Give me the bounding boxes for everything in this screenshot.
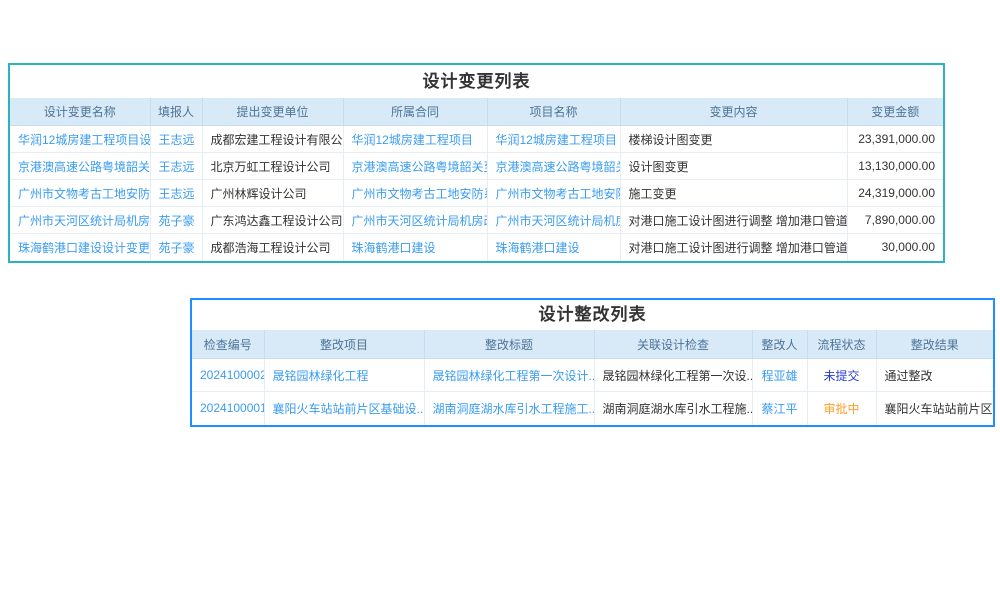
contract-link[interactable]: 广州市天河区统计局机房改... — [343, 207, 487, 234]
propose-unit-cell: 广州林辉设计公司 — [202, 180, 343, 207]
project-link[interactable]: 广州市文物考古工地安防系... — [487, 180, 620, 207]
reporter-link[interactable]: 苑子豪 — [150, 207, 202, 234]
col-header-change-amount: 变更金额 — [847, 98, 943, 126]
col-header-rectify-project: 整改项目 — [264, 330, 424, 359]
related-check-cell: 湖南洞庭湖水库引水工程施... — [594, 392, 752, 425]
col-header-rectify-person: 整改人 — [752, 330, 807, 359]
change-content-cell: 施工变更 — [620, 180, 847, 207]
col-header-reporter: 填报人 — [150, 98, 202, 126]
col-header-change-content: 变更内容 — [620, 98, 847, 126]
rectify-project-link[interactable]: 晟铭园林绿化工程 — [264, 359, 424, 392]
table-row: 2024100002 晟铭园林绿化工程 晟铭园林绿化工程第一次设计... 晟铭园… — [192, 359, 993, 392]
project-link[interactable]: 广州市天河区统计局机房改... — [487, 207, 620, 234]
rectify-project-link[interactable]: 襄阳火车站站前片区基础设... — [264, 392, 424, 425]
rectify-result-cell: 襄阳火车站站前片区... — [876, 392, 993, 425]
change-amount-cell: 30,000.00 — [847, 234, 943, 261]
change-name-link[interactable]: 珠海鹤港口建设设计变更 — [10, 234, 150, 261]
design-change-list-panel: 设计变更列表 设计变更名称 填报人 提出变更单位 所属合同 项目名称 变更内容 … — [8, 63, 945, 263]
rectify-title-link[interactable]: 湖南洞庭湖水库引水工程施工... — [424, 392, 594, 425]
status-badge: 审批中 — [807, 392, 876, 425]
design-rectify-table: 检查编号 整改项目 整改标题 关联设计检查 整改人 流程状态 整改结果 2024… — [192, 330, 993, 425]
rectify-person-link[interactable]: 蔡江平 — [752, 392, 807, 425]
check-no-link[interactable]: 2024100001 — [192, 392, 264, 425]
table-row: 京港澳高速公路粤境韶关至... 王志远 北京万虹工程设计公司 京港澳高速公路粤境… — [10, 153, 943, 180]
design-change-list-title: 设计变更列表 — [10, 65, 943, 98]
reporter-link[interactable]: 王志远 — [150, 126, 202, 153]
col-header-rectify-title: 整改标题 — [424, 330, 594, 359]
reporter-link[interactable]: 苑子豪 — [150, 234, 202, 261]
contract-link[interactable]: 珠海鹤港口建设 — [343, 234, 487, 261]
col-header-check-no: 检查编号 — [192, 330, 264, 359]
col-header-project-name: 项目名称 — [487, 98, 620, 126]
project-link[interactable]: 华润12城房建工程项目 — [487, 126, 620, 153]
table-row: 珠海鹤港口建设设计变更 苑子豪 成都浩海工程设计公司 珠海鹤港口建设 珠海鹤港口… — [10, 234, 943, 261]
change-name-link[interactable]: 华润12城房建工程项目设计... — [10, 126, 150, 153]
propose-unit-cell: 成都浩海工程设计公司 — [202, 234, 343, 261]
contract-link[interactable]: 广州市文物考古工地安防系... — [343, 180, 487, 207]
rectify-result-cell: 通过整改 — [876, 359, 993, 392]
col-header-propose-unit: 提出变更单位 — [202, 98, 343, 126]
col-header-related-check: 关联设计检查 — [594, 330, 752, 359]
col-header-rectify-result: 整改结果 — [876, 330, 993, 359]
related-check-cell: 晟铭园林绿化工程第一次设... — [594, 359, 752, 392]
contract-link[interactable]: 华润12城房建工程项目 — [343, 126, 487, 153]
propose-unit-cell: 北京万虹工程设计公司 — [202, 153, 343, 180]
rectify-person-link[interactable]: 程亚雄 — [752, 359, 807, 392]
reporter-link[interactable]: 王志远 — [150, 180, 202, 207]
propose-unit-cell: 成都宏建工程设计有限公司 — [202, 126, 343, 153]
change-table-header-row: 设计变更名称 填报人 提出变更单位 所属合同 项目名称 变更内容 变更金额 — [10, 98, 943, 126]
propose-unit-cell: 广东鸿达鑫工程设计公司 — [202, 207, 343, 234]
rectify-title-link[interactable]: 晟铭园林绿化工程第一次设计... — [424, 359, 594, 392]
change-name-link[interactable]: 广州市文物考古工地安防系... — [10, 180, 150, 207]
change-amount-cell: 23,391,000.00 — [847, 126, 943, 153]
change-name-link[interactable]: 京港澳高速公路粤境韶关至... — [10, 153, 150, 180]
rectify-table-header-row: 检查编号 整改项目 整改标题 关联设计检查 整改人 流程状态 整改结果 — [192, 330, 993, 359]
design-rectify-list-title: 设计整改列表 — [192, 300, 993, 330]
col-header-change-name: 设计变更名称 — [10, 98, 150, 126]
change-amount-cell: 13,130,000.00 — [847, 153, 943, 180]
change-amount-cell: 24,319,000.00 — [847, 180, 943, 207]
reporter-link[interactable]: 王志远 — [150, 153, 202, 180]
change-content-cell: 对港口施工设计图进行调整 增加港口管道建设工程 — [620, 234, 847, 261]
table-row: 华润12城房建工程项目设计... 王志远 成都宏建工程设计有限公司 华润12城房… — [10, 126, 943, 153]
design-rectify-list-panel: 设计整改列表 检查编号 整改项目 整改标题 关联设计检查 整改人 流程状态 整改… — [190, 298, 995, 427]
change-content-cell: 对港口施工设计图进行调整 增加港口管道建设工程 — [620, 207, 847, 234]
table-row: 2024100001 襄阳火车站站前片区基础设... 湖南洞庭湖水库引水工程施工… — [192, 392, 993, 425]
design-change-table: 设计变更名称 填报人 提出变更单位 所属合同 项目名称 变更内容 变更金额 华润… — [10, 98, 943, 261]
table-row: 广州市文物考古工地安防系... 王志远 广州林辉设计公司 广州市文物考古工地安防… — [10, 180, 943, 207]
table-row: 广州市天河区统计局机房改... 苑子豪 广东鸿达鑫工程设计公司 广州市天河区统计… — [10, 207, 943, 234]
contract-link[interactable]: 京港澳高速公路粤境韶关至... — [343, 153, 487, 180]
change-name-link[interactable]: 广州市天河区统计局机房改... — [10, 207, 150, 234]
check-no-link[interactable]: 2024100002 — [192, 359, 264, 392]
col-header-contract: 所属合同 — [343, 98, 487, 126]
project-link[interactable]: 京港澳高速公路粤境韶关至... — [487, 153, 620, 180]
change-content-cell: 楼梯设计图变更 — [620, 126, 847, 153]
project-link[interactable]: 珠海鹤港口建设 — [487, 234, 620, 261]
change-content-cell: 设计图变更 — [620, 153, 847, 180]
change-amount-cell: 7,890,000.00 — [847, 207, 943, 234]
status-badge: 未提交 — [807, 359, 876, 392]
col-header-flow-status: 流程状态 — [807, 330, 876, 359]
